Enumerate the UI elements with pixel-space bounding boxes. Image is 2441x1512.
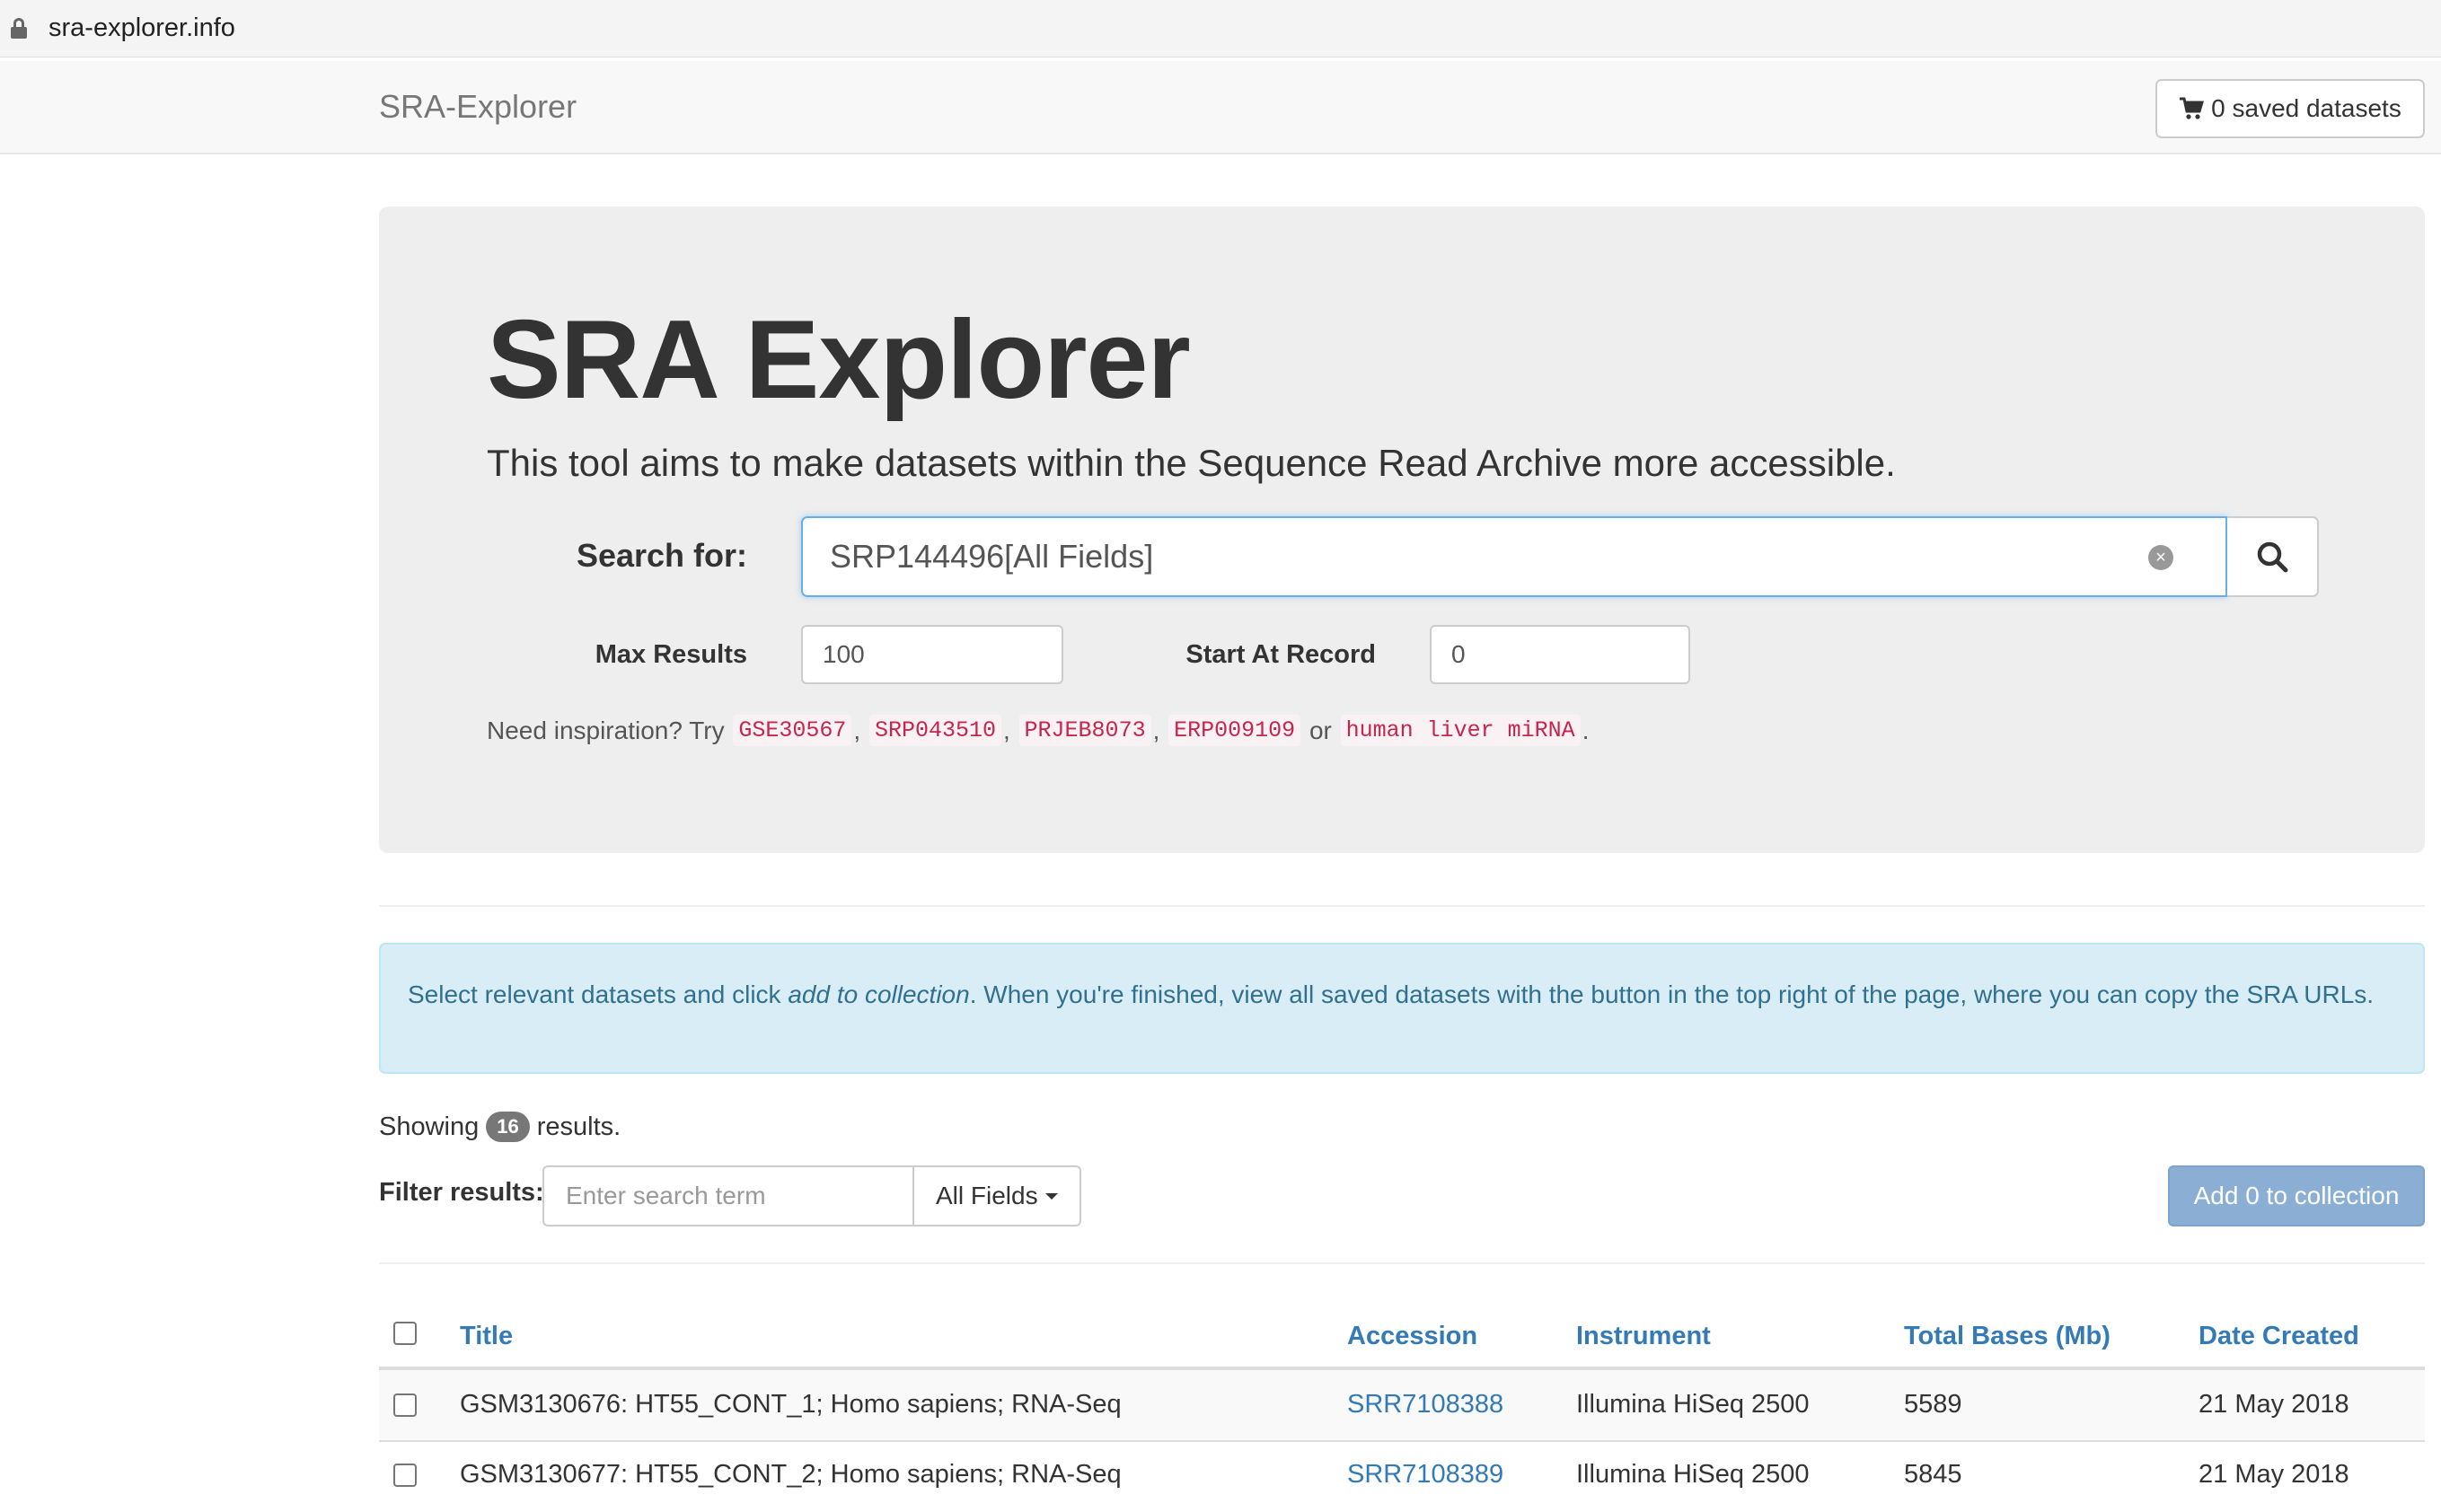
url-text[interactable]: sra-explorer.info	[48, 13, 235, 43]
saved-datasets-button[interactable]: 0 saved datasets	[2155, 79, 2425, 138]
info-alert: Select relevant datasets and click add t…	[379, 943, 2425, 1074]
filter-field-dropdown[interactable]: All Fields	[912, 1165, 1081, 1226]
showing-prefix: Showing	[379, 1112, 480, 1141]
example-link[interactable]: GSE30567	[733, 715, 852, 746]
filter-label: Filter results:	[379, 1178, 544, 1207]
page-title: SRA Explorer	[487, 298, 1191, 422]
example-link[interactable]: SRP043510	[868, 715, 1001, 746]
page-lead: This tool aims to make datasets within t…	[487, 442, 1896, 484]
max-results-input[interactable]: 100	[801, 625, 1063, 684]
search-input-value: SRP144496[All Fields]	[830, 538, 1154, 575]
row-instrument: Illumina HiSeq 2500	[1576, 1390, 1810, 1419]
table-row: GSM3130676: HT55_CONT_1; Homo sapiens; R…	[379, 1370, 2425, 1440]
example-link[interactable]: PRJEB8073	[1018, 715, 1151, 746]
results-count: Showing 16 results.	[379, 1112, 621, 1142]
start-record-label: Start At Record	[1185, 640, 1376, 669]
filter-input[interactable]: Enter search term	[542, 1165, 914, 1226]
search-panel: SRA Explorer This tool aims to make data…	[379, 207, 2425, 853]
alert-emphasis: add to collection	[788, 980, 970, 1008]
row-title: GSM3130677: HT55_CONT_2; Homo sapiens; R…	[460, 1460, 1122, 1489]
brand-link[interactable]: SRA-Explorer	[379, 88, 577, 126]
select-all-checkbox[interactable]	[393, 1322, 417, 1345]
table-row: GSM3130677: HT55_CONT_2; Homo sapiens; R…	[379, 1442, 2425, 1512]
divider	[379, 905, 2425, 907]
row-total-bases: 5589	[1904, 1390, 1962, 1419]
column-header-instrument[interactable]: Instrument	[1576, 1322, 1711, 1351]
showing-suffix: results.	[536, 1112, 621, 1141]
start-record-input[interactable]: 0	[1430, 625, 1690, 684]
results-count-badge: 16	[486, 1112, 530, 1142]
filter-field-label: All Fields	[936, 1182, 1038, 1209]
search-icon	[2257, 541, 2288, 573]
row-checkbox[interactable]	[393, 1464, 417, 1487]
column-header-accession[interactable]: Accession	[1347, 1322, 1477, 1351]
max-results-label: Max Results	[595, 640, 747, 669]
divider	[379, 1262, 2425, 1264]
search-button[interactable]	[2227, 516, 2319, 597]
column-header-title[interactable]: Title	[460, 1322, 513, 1351]
lock-icon	[11, 17, 27, 40]
row-instrument: Illumina HiSeq 2500	[1576, 1460, 1810, 1489]
search-label: Search for:	[576, 537, 747, 574]
row-date-created: 21 May 2018	[2199, 1390, 2349, 1419]
column-header-total-bases[interactable]: Total Bases (Mb)	[1904, 1322, 2111, 1351]
alert-text: Select relevant datasets and click	[408, 980, 789, 1008]
browser-url-bar[interactable]: sra-explorer.info	[0, 0, 2441, 57]
saved-datasets-label: 0 saved datasets	[2211, 94, 2401, 122]
inspiration-text: Need inspiration? Try GSE30567, SRP04351…	[487, 715, 1589, 746]
inspiration-prefix: Need inspiration? Try	[487, 716, 725, 744]
row-date-created: 21 May 2018	[2199, 1460, 2349, 1489]
add-to-collection-button[interactable]: Add 0 to collection	[2168, 1165, 2425, 1226]
example-link[interactable]: human liver miRNA	[1340, 715, 1581, 746]
example-link[interactable]: ERP009109	[1168, 715, 1301, 746]
alert-text-rest: . When you're finished, view all saved d…	[969, 980, 2375, 1008]
row-accession-link[interactable]: SRR7108389	[1347, 1460, 1503, 1490]
caret-down-icon	[1044, 1192, 1058, 1200]
search-input[interactable]: SRP144496[All Fields] ×	[801, 516, 2227, 597]
row-accession-link[interactable]: SRR7108388	[1347, 1390, 1503, 1420]
row-checkbox[interactable]	[393, 1393, 417, 1417]
column-header-date-created[interactable]: Date Created	[2199, 1322, 2359, 1351]
navbar: SRA-Explorer 0 saved datasets	[0, 61, 2441, 154]
shopping-cart-icon	[2180, 97, 2205, 119]
clear-icon[interactable]: ×	[2148, 545, 2173, 570]
row-total-bases: 5845	[1904, 1460, 1962, 1489]
row-title: GSM3130676: HT55_CONT_1; Homo sapiens; R…	[460, 1390, 1122, 1419]
or-text: or	[1309, 716, 1332, 744]
